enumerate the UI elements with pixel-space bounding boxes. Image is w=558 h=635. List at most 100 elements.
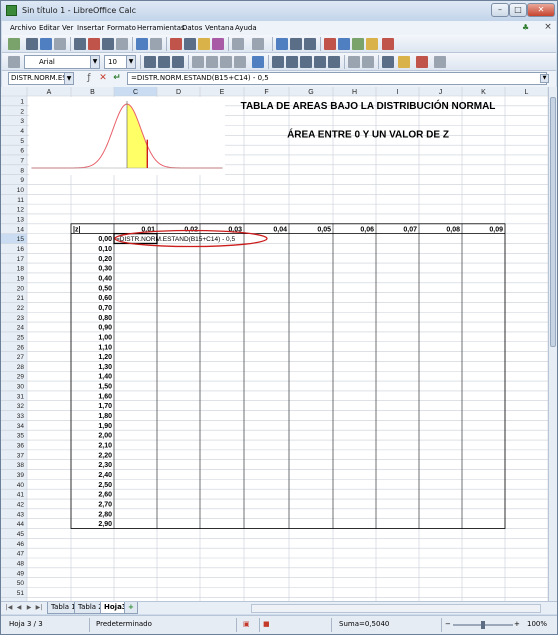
zoom-level[interactable]: 100% [527,620,547,628]
increase-indent-icon[interactable] [362,56,374,68]
row-header[interactable]: 11 [17,197,24,204]
sort-descending-icon[interactable] [304,38,316,50]
row-header[interactable]: 10 [17,187,25,194]
z-value-cell[interactable]: 2,40 [98,472,112,479]
minimize-button[interactable]: – [491,3,509,17]
close-button[interactable]: ✕ [527,3,555,17]
underline-icon[interactable] [172,56,184,68]
column-header-d[interactable]: D [176,89,181,96]
borders-icon[interactable] [382,56,394,68]
z-value-cell[interactable]: 0,30 [98,266,112,273]
row-header[interactable]: 18 [17,266,25,273]
chevron-down-icon[interactable]: ▼ [64,73,73,84]
z-value-cell[interactable]: 2,10 [98,443,112,450]
column-header-g[interactable]: G [308,89,313,96]
z-value-cell[interactable]: 2,20 [98,452,112,459]
z-value-cell[interactable]: 0,40 [98,275,112,282]
row-header[interactable]: 49 [17,570,25,577]
row-header[interactable]: 3 [20,118,24,125]
help-icon[interactable] [382,38,394,50]
font-size-combo[interactable]: 10 ▼ [104,55,136,69]
column-header-h[interactable]: H [352,89,357,96]
navigator-icon[interactable] [366,38,378,50]
row-header[interactable]: 44 [17,521,25,528]
z-value-cell[interactable]: 1,50 [98,384,112,391]
row-header[interactable]: 1 [20,99,24,106]
justify-icon[interactable] [234,56,246,68]
row-header[interactable]: 40 [17,482,25,489]
standard-format-icon[interactable] [300,56,312,68]
z-value-cell[interactable]: 2,30 [98,462,112,469]
row-header[interactable]: 31 [17,393,25,400]
row-header[interactable]: 34 [17,423,25,430]
cut-icon[interactable] [170,38,182,50]
row-header[interactable]: 17 [17,256,25,263]
z-value-cell[interactable]: 1,40 [98,374,112,381]
undo-icon[interactable] [232,38,244,50]
zoom-in-icon[interactable]: + [514,620,520,628]
save-icon[interactable] [40,38,52,50]
print-icon[interactable] [102,38,114,50]
row-header[interactable]: 16 [17,246,25,253]
column-header-b[interactable]: B [90,89,95,96]
column-header-f[interactable]: F [264,89,268,96]
horizontal-scrollbar[interactable] [251,604,541,613]
z-column-header-cell[interactable]: 0,05 [317,226,331,233]
open-icon[interactable] [26,38,38,50]
last-sheet-icon[interactable]: ▶| [35,604,43,612]
z-value-cell[interactable]: 0,20 [98,256,112,263]
autospell-icon[interactable] [150,38,162,50]
print-preview-icon[interactable] [116,38,128,50]
z-value-cell[interactable]: 1,20 [98,354,112,361]
paste-icon[interactable] [198,38,210,50]
email-icon[interactable] [54,38,66,50]
first-sheet-icon[interactable]: |◀ [5,604,13,612]
row-header[interactable]: 36 [17,443,25,450]
zoom-slider-knob[interactable] [481,621,485,629]
row-header[interactable]: 15 [17,236,25,243]
function-wizard-icon[interactable]: ƒ [84,73,94,84]
hyperlink-icon[interactable] [276,38,288,50]
row-header[interactable]: 25 [17,334,25,341]
row-header[interactable]: 35 [17,433,25,440]
background-color-icon[interactable] [398,56,410,68]
add-sheet-button[interactable]: + [124,602,138,614]
zoom-out-icon[interactable]: − [445,620,451,628]
row-header[interactable]: 5 [20,138,24,145]
italic-icon[interactable] [158,56,170,68]
row-header[interactable]: 4 [20,128,24,135]
z-value-cell[interactable]: 1,10 [98,344,112,351]
row-header[interactable]: 24 [17,325,25,332]
copy-icon[interactable] [184,38,196,50]
row-header[interactable]: 23 [17,315,25,322]
menu-formato[interactable]: Formato [107,24,136,32]
row-header[interactable]: 47 [17,551,25,558]
menu-editar[interactable]: Editar [39,24,60,32]
z-value-cell[interactable]: 0,50 [98,285,112,292]
document-close-icon[interactable]: × [542,22,554,34]
decrease-indent-icon[interactable] [348,56,360,68]
z-column-header-cell[interactable]: 0,09 [489,226,503,233]
z-value-cell[interactable]: 0,80 [98,315,112,322]
z-value-cell[interactable]: 1,70 [98,403,112,410]
row-header[interactable]: 27 [17,354,25,361]
maximize-button[interactable]: □ [509,3,527,17]
edit-file-icon[interactable] [74,38,86,50]
row-header[interactable]: 19 [17,275,25,282]
row-header[interactable]: 20 [17,285,25,292]
bold-icon[interactable] [144,56,156,68]
column-header-i[interactable]: I [397,89,399,96]
vertical-scrollbar[interactable] [548,87,557,601]
column-header-c[interactable]: C [133,89,138,96]
menu-insertar[interactable]: Insertar [77,24,104,32]
row-header[interactable]: 33 [17,413,25,420]
formula-input[interactable]: =DISTR.NORM.ESTAND(B15+C14) - 0,5 [127,72,547,85]
align-left-icon[interactable] [192,56,204,68]
export-pdf-icon[interactable] [88,38,100,50]
z-value-cell[interactable]: 1,80 [98,413,112,420]
chevron-down-icon[interactable]: ▼ [90,56,99,68]
pivot-table-icon[interactable] [338,38,350,50]
toggle-grid-icon[interactable] [434,56,446,68]
menu-archivo[interactable]: Archivo [10,24,36,32]
z-value-cell[interactable]: 0,90 [98,325,112,332]
